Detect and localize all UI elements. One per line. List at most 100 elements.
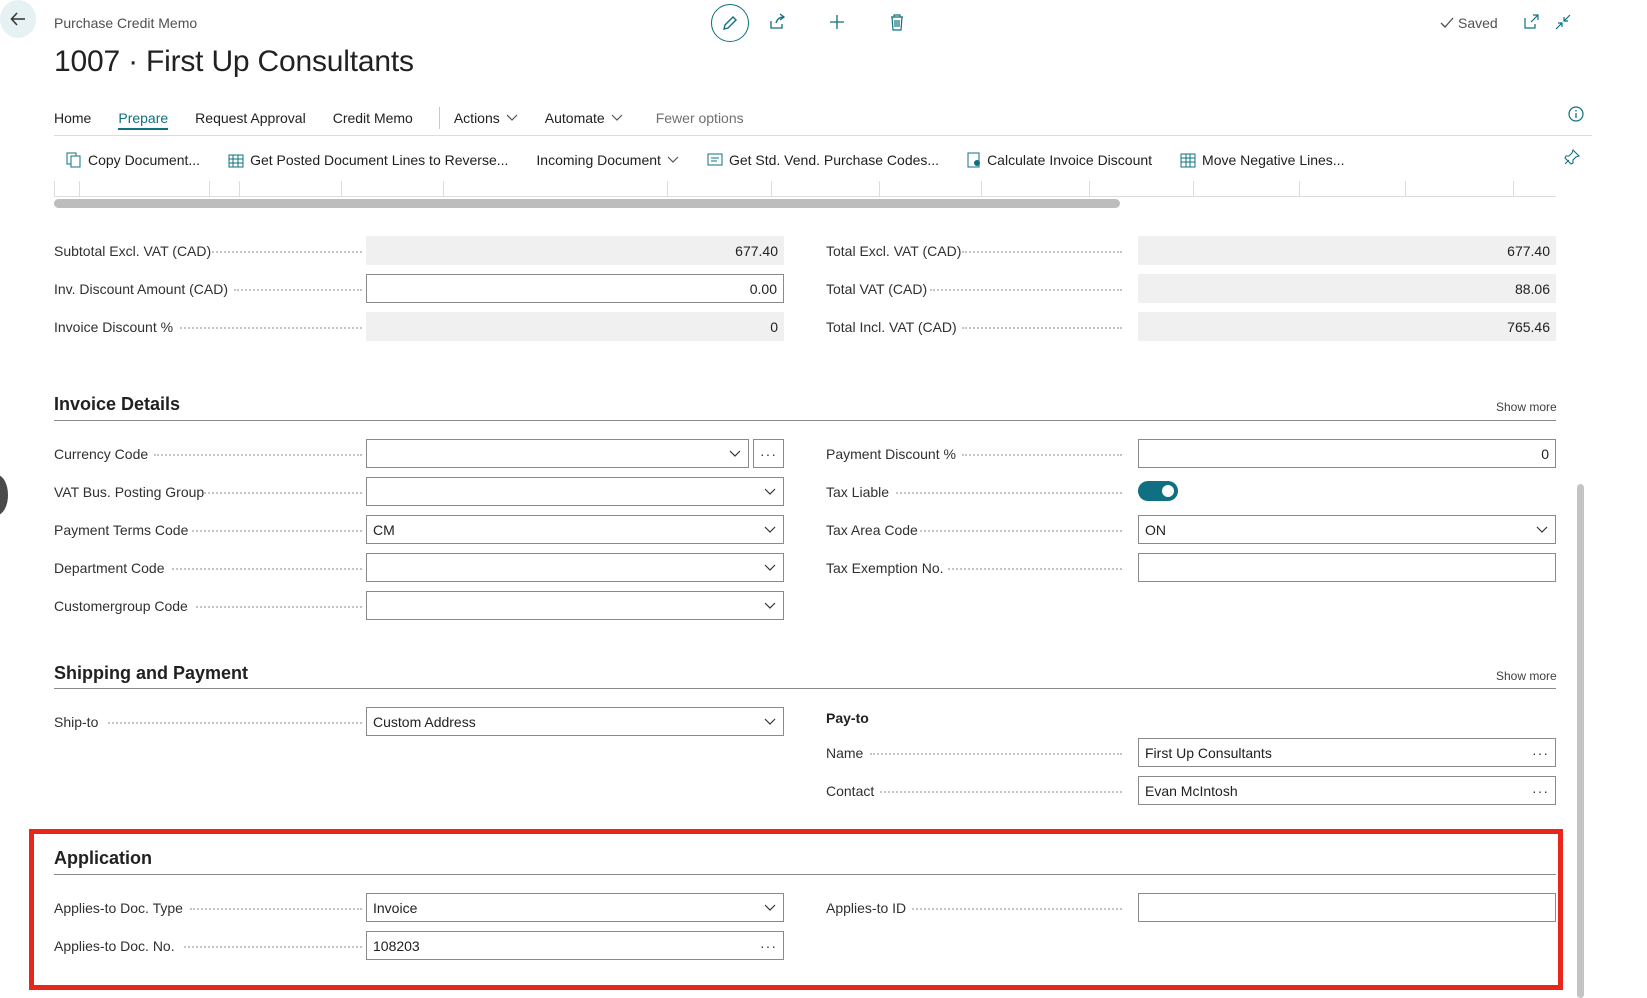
grid-column-divider bbox=[1299, 181, 1300, 197]
get-posted-lines-action[interactable]: Get Posted Document Lines to Reverse... bbox=[228, 152, 508, 168]
tab-actions[interactable]: Actions bbox=[454, 110, 518, 126]
tax-exemption-no-input[interactable] bbox=[1138, 553, 1556, 582]
label-leader bbox=[234, 289, 362, 291]
reverse-lines-icon bbox=[228, 154, 244, 168]
back-button[interactable] bbox=[0, 0, 36, 38]
label-leader bbox=[204, 492, 362, 494]
horizontal-scrollbar[interactable] bbox=[54, 199, 1120, 208]
info-icon bbox=[1568, 106, 1584, 122]
side-panel-handle[interactable] bbox=[0, 475, 8, 515]
saved-status: Saved bbox=[1440, 15, 1498, 31]
customergroup-code-select[interactable] bbox=[366, 591, 784, 620]
applies-to-doc-type-value: Invoice bbox=[373, 899, 418, 916]
edit-button[interactable] bbox=[711, 4, 749, 42]
label-leader bbox=[896, 492, 1122, 494]
open-in-new-icon bbox=[1524, 14, 1539, 29]
pin-icon bbox=[1564, 148, 1581, 165]
grid-column-divider bbox=[1513, 181, 1514, 197]
payment-terms-code-select[interactable]: CM bbox=[366, 515, 784, 544]
total-vat-field: 88.06 bbox=[1138, 274, 1556, 303]
applies-to-doc-type-select[interactable]: Invoice bbox=[366, 893, 784, 922]
page-title: 1007 · First Up Consultants bbox=[54, 45, 414, 78]
shipping-payment-show-more[interactable]: Show more bbox=[1496, 669, 1557, 683]
trash-icon bbox=[891, 14, 903, 31]
label-leader bbox=[948, 568, 1122, 570]
calculate-invoice-discount-action[interactable]: Calculate Invoice Discount bbox=[967, 152, 1152, 168]
info-button[interactable] bbox=[1568, 106, 1584, 127]
calculate-invoice-discount-label: Calculate Invoice Discount bbox=[987, 152, 1153, 168]
department-code-select[interactable] bbox=[366, 553, 784, 582]
currency-code-lookup-button[interactable]: ··· bbox=[753, 439, 784, 468]
tab-request-approval-label: Request Approval bbox=[195, 110, 306, 126]
fewer-options-button[interactable]: Fewer options bbox=[656, 110, 744, 126]
delete-button[interactable] bbox=[886, 11, 908, 33]
vat-bus-posting-group-select[interactable] bbox=[366, 477, 784, 506]
payment-discount-pct-input[interactable]: 0 bbox=[1138, 439, 1556, 468]
chevron-down-icon bbox=[1535, 523, 1549, 537]
tab-home-label: Home bbox=[54, 110, 92, 126]
vertical-scrollbar[interactable] bbox=[1577, 484, 1584, 998]
subtotal-excl-vat-field: 677.40 bbox=[366, 236, 784, 265]
total-vat-value: 88.06 bbox=[1514, 280, 1550, 297]
get-std-vend-codes-label: Get Std. Vend. Purchase Codes... bbox=[728, 152, 940, 168]
toggle-knob bbox=[1162, 485, 1174, 497]
label-leader bbox=[962, 454, 1122, 456]
pay-to-name-input[interactable]: First Up Consultants ··· bbox=[1138, 738, 1556, 767]
vat-bus-posting-group-label: VAT Bus. Posting Group bbox=[54, 484, 205, 500]
section-divider bbox=[54, 874, 1556, 875]
section-divider bbox=[54, 420, 1556, 421]
customergroup-code-label: Customergroup Code bbox=[54, 598, 188, 614]
chevron-down-icon bbox=[763, 561, 777, 575]
get-posted-lines-label: Get Posted Document Lines to Reverse... bbox=[250, 152, 509, 168]
tab-home[interactable]: Home bbox=[54, 110, 91, 126]
collapse-button[interactable] bbox=[1552, 11, 1574, 33]
applies-to-doc-type-label: Applies-to Doc. Type bbox=[54, 900, 183, 916]
checkmark-icon bbox=[1440, 17, 1454, 28]
applies-to-doc-no-input[interactable]: 108203 ··· bbox=[366, 931, 784, 960]
payment-discount-pct-value: 0 bbox=[1541, 445, 1549, 462]
tab-automate[interactable]: Automate bbox=[545, 110, 623, 126]
total-vat-label: Total VAT (CAD) bbox=[826, 281, 928, 297]
chevron-down-icon bbox=[763, 901, 777, 915]
action-bar: Copy Document... Get Posted Document Lin… bbox=[66, 150, 1372, 170]
label-leader bbox=[108, 722, 362, 724]
nav-divider bbox=[438, 107, 440, 129]
move-negative-lines-action[interactable]: Move Negative Lines... bbox=[1180, 152, 1344, 168]
tax-liable-toggle[interactable] bbox=[1138, 481, 1178, 501]
tab-credit-memo[interactable]: Credit Memo bbox=[333, 110, 413, 126]
ship-to-value: Custom Address bbox=[373, 713, 476, 730]
arrow-left-icon bbox=[10, 12, 25, 26]
get-std-vend-codes-action[interactable]: Get Std. Vend. Purchase Codes... bbox=[707, 152, 939, 168]
page-caption: Purchase Credit Memo bbox=[54, 15, 198, 31]
pay-to-contact-input[interactable]: Evan McIntosh ··· bbox=[1138, 776, 1556, 805]
more-icon[interactable]: ··· bbox=[1532, 783, 1549, 799]
inv-discount-amount-input[interactable]: 0.00 bbox=[366, 274, 784, 303]
grid-column-divider bbox=[443, 181, 444, 197]
purchase-codes-icon bbox=[707, 153, 723, 166]
share-button[interactable] bbox=[766, 11, 788, 33]
grid-column-divider bbox=[981, 181, 982, 197]
more-icon[interactable]: ··· bbox=[1532, 745, 1549, 761]
copy-document-label: Copy Document... bbox=[88, 152, 201, 168]
pencil-icon bbox=[723, 16, 737, 30]
open-new-window-button[interactable] bbox=[1520, 11, 1542, 33]
currency-code-select[interactable] bbox=[366, 439, 749, 468]
applies-to-id-input[interactable] bbox=[1138, 893, 1556, 922]
tax-area-code-select[interactable]: ON bbox=[1138, 515, 1556, 544]
pin-button[interactable] bbox=[1564, 148, 1581, 170]
calculate-icon bbox=[967, 152, 981, 168]
copy-document-action[interactable]: Copy Document... bbox=[66, 152, 200, 168]
pay-to-name-label: Name bbox=[826, 745, 864, 761]
ship-to-select[interactable]: Custom Address bbox=[366, 707, 784, 736]
tab-prepare[interactable]: Prepare bbox=[118, 110, 169, 130]
more-icon[interactable]: ··· bbox=[760, 938, 777, 954]
pay-to-name-value: First Up Consultants bbox=[1145, 744, 1272, 761]
label-leader bbox=[912, 908, 1122, 910]
label-leader bbox=[212, 251, 362, 253]
incoming-document-action[interactable]: Incoming Document bbox=[536, 152, 679, 168]
application-heading: Application bbox=[54, 848, 152, 868]
new-button[interactable] bbox=[826, 11, 848, 33]
tab-request-approval[interactable]: Request Approval bbox=[195, 110, 306, 126]
invoice-details-show-more[interactable]: Show more bbox=[1496, 400, 1557, 414]
chevron-down-icon bbox=[667, 156, 679, 163]
